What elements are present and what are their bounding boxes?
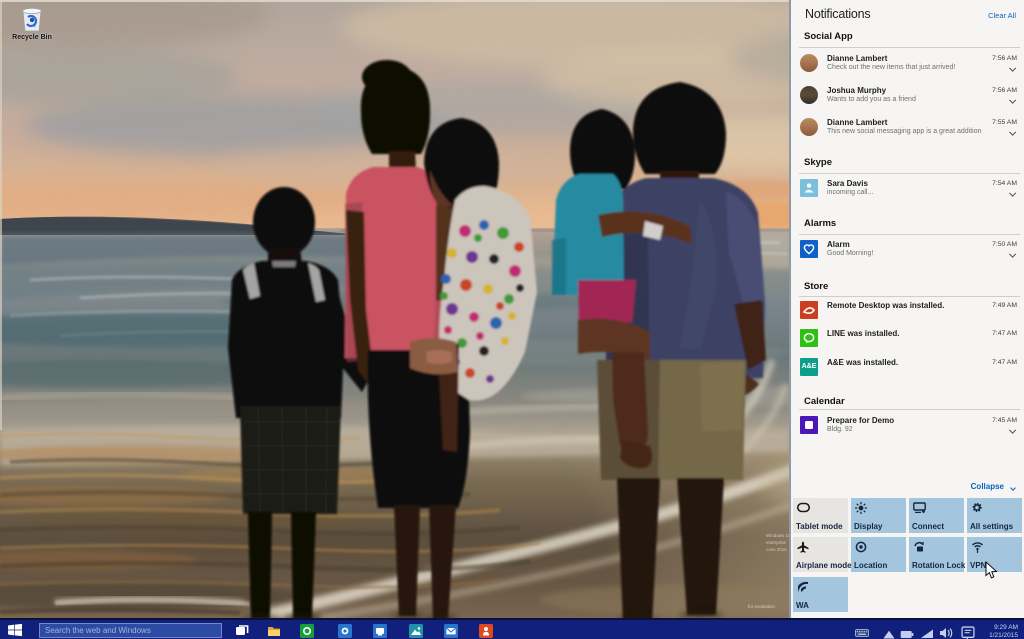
svg-text:Windows 10: Windows 10 xyxy=(766,533,791,538)
svg-text:for evaluation: for evaluation xyxy=(748,604,776,609)
svg-text:cons 2015: cons 2015 xyxy=(766,547,787,552)
svg-text:enterprise: enterprise xyxy=(766,540,787,545)
